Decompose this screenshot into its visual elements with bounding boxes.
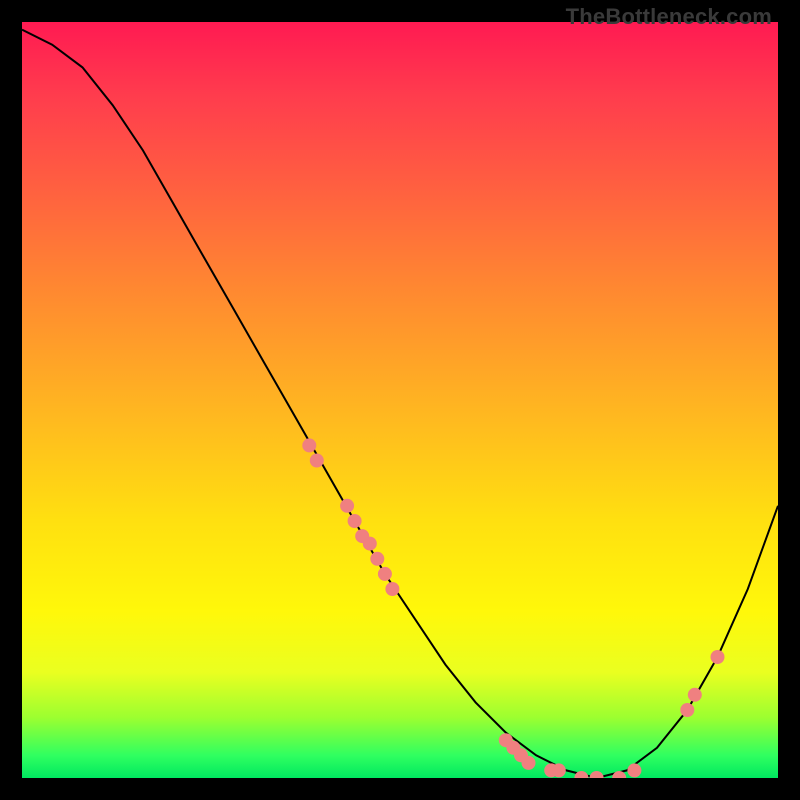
bottleneck-curve [22, 30, 778, 778]
data-point [688, 688, 702, 702]
data-point [370, 552, 384, 566]
plot-svg [22, 22, 778, 778]
data-point [385, 582, 399, 596]
data-point [627, 763, 641, 777]
data-point [552, 763, 566, 777]
chart-area [22, 22, 778, 778]
data-point [302, 438, 316, 452]
data-point [363, 537, 377, 551]
data-point [310, 454, 324, 468]
data-point [711, 650, 725, 664]
watermark-text: TheBottleneck.com [566, 4, 772, 30]
data-point [680, 703, 694, 717]
data-point [348, 514, 362, 528]
data-point [590, 771, 604, 778]
data-point [340, 499, 354, 513]
data-point [378, 567, 392, 581]
data-point [522, 756, 536, 770]
scatter-group [302, 438, 724, 778]
